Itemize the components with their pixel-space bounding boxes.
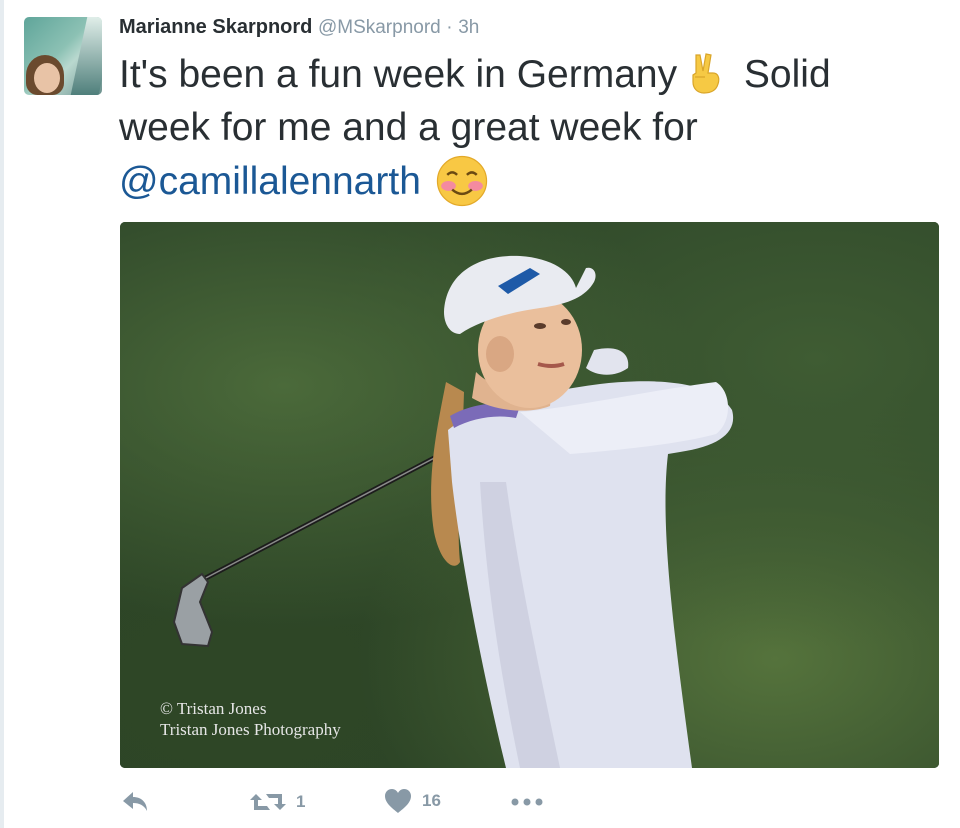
tweet-photo[interactable]: © Tristan Jones Tristan Jones Photograph… — [120, 222, 939, 768]
tweet-actions: 1 16 — [120, 788, 620, 818]
tweet-text: It's been a fun week in Germany Solid we… — [119, 48, 919, 208]
golfer-photo — [172, 255, 734, 768]
timestamp[interactable]: 3h — [458, 17, 479, 38]
reply-icon — [123, 792, 147, 811]
retweet-icon — [250, 794, 286, 810]
heart-icon — [385, 789, 411, 813]
retweet-button[interactable]: 1 — [250, 788, 305, 816]
like-button[interactable]: 16 — [384, 788, 441, 814]
watermark-line2: Tristan Jones Photography — [160, 720, 341, 739]
author-handle[interactable]: @MSkarpnord — [318, 17, 441, 38]
author-name[interactable]: Marianne Skarpnord — [119, 16, 312, 38]
tweet-header: Marianne Skarpnord @MSkarpnord · 3h — [119, 16, 479, 39]
mention-link[interactable]: @camillalennarth — [119, 160, 421, 203]
more-button[interactable] — [510, 792, 544, 812]
reply-button[interactable] — [120, 788, 150, 816]
tweet-text-part1: It's been a fun week in Germany — [119, 53, 678, 96]
smiling-face-icon — [436, 155, 488, 207]
watermark-line1: © Tristan Jones — [160, 699, 267, 718]
like-count: 16 — [422, 791, 441, 810]
victory-hand-icon — [692, 53, 720, 94]
photo-watermark: © Tristan Jones Tristan Jones Photograph… — [160, 698, 341, 740]
retweet-count: 1 — [296, 792, 306, 811]
more-icon — [511, 798, 543, 806]
separator: · — [446, 17, 453, 38]
timeline-divider — [0, 0, 4, 828]
avatar[interactable] — [24, 17, 102, 95]
